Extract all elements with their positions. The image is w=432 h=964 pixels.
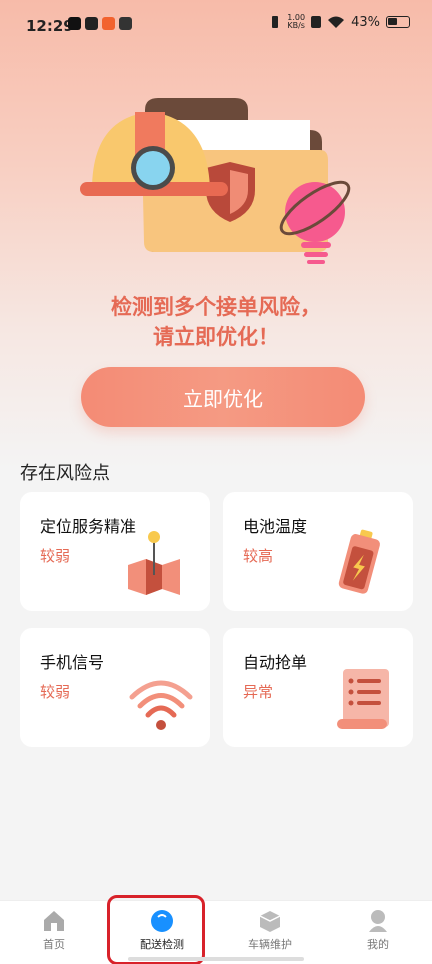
status-time: 12:29 bbox=[26, 17, 74, 35]
net-speed: 1.00 KB/s bbox=[287, 13, 306, 30]
risk-card-title: 自动抢单 bbox=[243, 653, 308, 672]
home-indicator bbox=[128, 957, 304, 961]
bottom-tab-bar: 首页 配送检测 车辆维护 我的 bbox=[0, 900, 432, 964]
risk-card-status: 较弱 bbox=[40, 683, 71, 701]
app-icon bbox=[102, 17, 115, 30]
battery-icon bbox=[338, 529, 380, 594]
risk-card-status: 较弱 bbox=[40, 547, 71, 565]
tab-delivery-detect[interactable]: 配送检测 bbox=[108, 901, 216, 964]
risk-card-title: 电池温度 bbox=[243, 517, 308, 536]
profile-icon bbox=[369, 910, 387, 932]
tab-profile[interactable]: 我的 bbox=[324, 901, 432, 964]
tab-label: 车辆维护 bbox=[248, 938, 292, 951]
detect-icon bbox=[151, 910, 173, 932]
risk-card-status: 异常 bbox=[243, 683, 274, 701]
box-icon bbox=[259, 911, 281, 932]
battery-icon bbox=[386, 16, 410, 28]
risk-card-title: 手机信号 bbox=[40, 653, 105, 672]
optimize-now-button[interactable]: 立即优化 bbox=[81, 367, 365, 427]
tab-label: 配送检测 bbox=[140, 938, 184, 951]
risk-card-title: 定位服务精准 bbox=[40, 517, 137, 536]
vibrate-icon bbox=[272, 16, 279, 28]
scroll-document-icon bbox=[337, 669, 389, 729]
tiktok-icon bbox=[68, 17, 81, 30]
tab-home[interactable]: 首页 bbox=[0, 901, 108, 964]
risk-card-status: 较高 bbox=[243, 547, 274, 565]
risk-card-battery-temp[interactable]: 电池温度 较高 bbox=[223, 492, 413, 611]
section-title: 存在风险点 bbox=[20, 463, 110, 484]
headline-line-1: 检测到多个接单风险， bbox=[111, 295, 321, 319]
risk-card-signal[interactable]: 手机信号 较弱 bbox=[20, 628, 210, 747]
home-icon bbox=[44, 911, 64, 931]
risk-card-auto-grab[interactable]: 自动抢单 异常 bbox=[223, 628, 413, 747]
tab-vehicle-maintenance[interactable]: 车辆维护 bbox=[216, 901, 324, 964]
risk-illustration bbox=[80, 98, 351, 264]
wifi-signal-icon bbox=[129, 680, 193, 730]
wifi-icon bbox=[328, 16, 345, 28]
headline-line-2: 请立即优化！ bbox=[153, 325, 279, 349]
no-sim-icon bbox=[311, 16, 322, 28]
risk-headline: 检测到多个接单风险， 请立即优化！ bbox=[0, 292, 432, 352]
status-bar: 12:29 1.00 KB/s 43% bbox=[0, 0, 432, 50]
map-pin-icon bbox=[128, 531, 180, 595]
battery-percent: 43% bbox=[351, 14, 380, 30]
tab-label: 首页 bbox=[43, 938, 65, 951]
risk-card-location[interactable]: 定位服务精准 较弱 bbox=[20, 492, 210, 611]
status-app-icons bbox=[68, 17, 132, 30]
status-right: 1.00 KB/s 43% bbox=[269, 14, 410, 30]
tab-label: 我的 bbox=[367, 938, 389, 951]
app-icon bbox=[119, 17, 132, 30]
app-icon bbox=[85, 17, 98, 30]
